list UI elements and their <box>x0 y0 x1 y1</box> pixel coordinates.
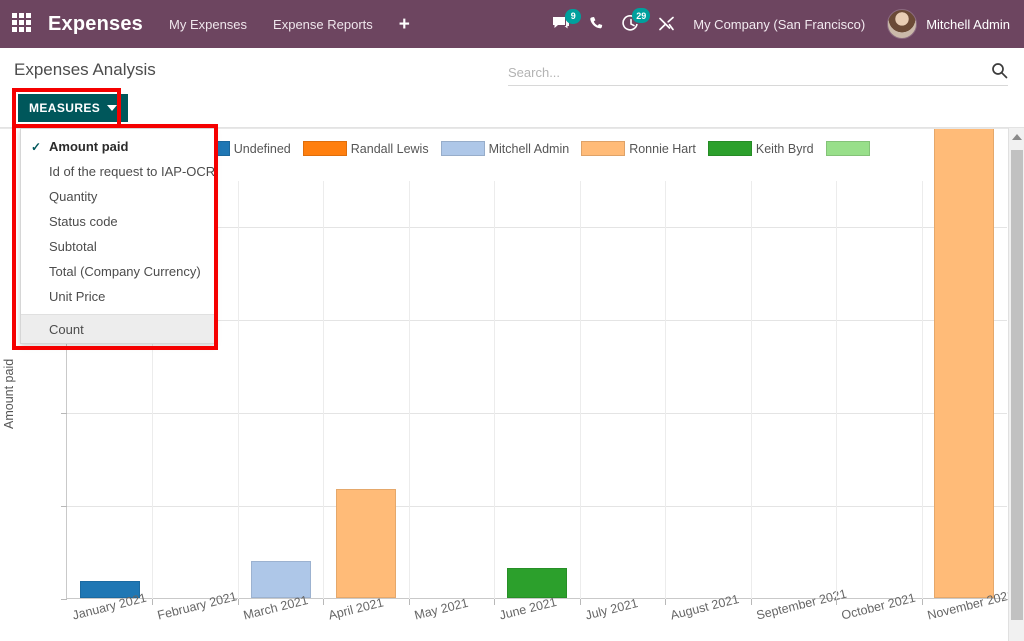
legend-label: Keith Byrd <box>752 142 826 156</box>
nav-expense-reports[interactable]: Expense Reports <box>273 17 373 32</box>
legend-swatch <box>708 141 752 156</box>
legend-swatch <box>303 141 347 156</box>
legend-item[interactable]: Ronnie Hart <box>625 141 752 156</box>
messages-badge: 9 <box>565 9 581 24</box>
avatar[interactable] <box>887 9 917 39</box>
legend-label: Undefined <box>230 142 303 156</box>
chevron-down-icon <box>107 105 117 111</box>
activities-clock-icon[interactable]: 29 <box>622 15 640 33</box>
measure-item-count[interactable]: Count <box>21 315 214 343</box>
legend-swatch <box>581 141 625 156</box>
category-separator <box>238 181 239 599</box>
legend-label: Ronnie Hart <box>625 142 708 156</box>
measure-label: Count <box>49 322 84 337</box>
x-axis-tick-mark <box>665 599 666 605</box>
y-axis-tick-mark <box>61 506 67 507</box>
legend-swatch <box>441 141 485 156</box>
measure-label: Total (Company Currency) <box>49 264 201 279</box>
category-separator <box>409 181 410 599</box>
control-panel: Expenses Analysis Filters Group By <box>0 48 1024 128</box>
search-input[interactable] <box>508 60 978 84</box>
measure-label: Subtotal <box>49 239 97 254</box>
category-separator <box>323 181 324 599</box>
legend-label: Mitchell Admin <box>485 142 582 156</box>
measure-item-subtotal[interactable]: Subtotal <box>21 234 214 259</box>
x-axis-tick-mark <box>836 599 837 605</box>
measure-label: Status code <box>49 214 118 229</box>
x-axis-tick-mark <box>238 599 239 605</box>
x-axis-tick-mark <box>922 599 923 605</box>
chart-bar[interactable] <box>507 568 567 598</box>
legend-item[interactable]: Randall Lewis <box>347 141 485 156</box>
x-axis-tick-mark <box>751 599 752 605</box>
top-navbar: Expenses My Expenses Expense Reports + 9… <box>0 0 1024 48</box>
measure-label: Unit Price <box>49 289 105 304</box>
category-separator <box>922 181 923 599</box>
x-axis-tick-mark <box>152 599 153 605</box>
x-axis-tick-mark <box>323 599 324 605</box>
category-separator <box>665 181 666 599</box>
x-axis-label: July 2021 <box>584 596 639 623</box>
legend-item[interactable]: Mitchell Admin <box>485 141 626 156</box>
measure-item-quantity[interactable]: Quantity <box>21 184 214 209</box>
measure-label: Amount paid <box>49 139 128 154</box>
y-axis-tick-mark <box>61 413 67 414</box>
expenses-analysis-page: Expenses My Expenses Expense Reports + 9… <box>0 0 1024 641</box>
y-axis-tick-mark <box>61 599 67 600</box>
x-axis-label: August 2021 <box>669 592 741 623</box>
measures-dropdown: ✓ Amount paid Id of the request to IAP-O… <box>20 128 215 344</box>
category-separator <box>580 181 581 599</box>
x-axis-label: May 2021 <box>413 596 470 623</box>
measure-item-status-code[interactable]: Status code <box>21 209 214 234</box>
chart-bar[interactable] <box>934 128 994 598</box>
check-icon: ✓ <box>31 140 41 154</box>
messages-icon[interactable]: 9 <box>552 16 571 33</box>
nav-my-expenses[interactable]: My Expenses <box>169 17 247 32</box>
measure-item-iap-ocr-id[interactable]: Id of the request to IAP-OCR <box>21 159 214 184</box>
nav-add-button[interactable]: + <box>399 15 410 34</box>
vertical-scrollbar[interactable] <box>1008 128 1024 641</box>
x-axis-tick-mark <box>494 599 495 605</box>
measures-button[interactable]: MEASURES <box>18 94 128 122</box>
measure-item-unit-price[interactable]: Unit Price <box>21 284 214 309</box>
app-brand-expenses[interactable]: Expenses <box>48 13 143 36</box>
x-axis-label: June 2021 <box>498 595 558 623</box>
phone-icon[interactable] <box>589 16 604 33</box>
legend-item[interactable]: Undefined <box>230 141 347 156</box>
category-separator <box>836 181 837 599</box>
scroll-up-arrow-icon[interactable] <box>1012 134 1022 140</box>
measure-label: Id of the request to IAP-OCR <box>49 164 215 179</box>
x-axis-label: September 2021 <box>755 587 848 623</box>
x-axis-tick-mark <box>409 599 410 605</box>
y-axis-title: Amount paid <box>2 359 16 429</box>
x-axis-tick-mark <box>580 599 581 605</box>
scrollbar-thumb[interactable] <box>1011 150 1023 620</box>
search-icon[interactable] <box>991 62 1008 84</box>
company-selector[interactable]: My Company (San Francisco) <box>693 17 865 32</box>
measure-item-total-company-currency[interactable]: Total (Company Currency) <box>21 259 214 284</box>
x-axis-label: February 2021 <box>156 589 238 622</box>
legend-label: Randall Lewis <box>347 142 441 156</box>
search-bar <box>508 60 1008 86</box>
x-axis-label: October 2021 <box>840 591 917 623</box>
legend-swatch <box>826 141 870 156</box>
x-axis-label: April 2021 <box>327 595 385 622</box>
category-separator <box>494 181 495 599</box>
user-menu[interactable]: Mitchell Admin <box>926 17 1010 32</box>
page-title: Expenses Analysis <box>14 60 156 80</box>
activities-badge: 29 <box>632 8 650 23</box>
apps-grid-icon[interactable] <box>12 13 34 35</box>
chart-bar[interactable] <box>251 561 311 598</box>
legend-item[interactable]: Keith Byrd <box>752 141 870 156</box>
category-separator <box>751 181 752 599</box>
measure-item-amount-paid[interactable]: ✓ Amount paid <box>21 134 214 159</box>
measure-label: Quantity <box>49 189 97 204</box>
chart-bar[interactable] <box>336 489 396 598</box>
measures-label: MEASURES <box>29 101 100 115</box>
gridline <box>67 413 1007 414</box>
tools-wrench-icon[interactable] <box>658 16 675 33</box>
gridline <box>67 506 1007 507</box>
